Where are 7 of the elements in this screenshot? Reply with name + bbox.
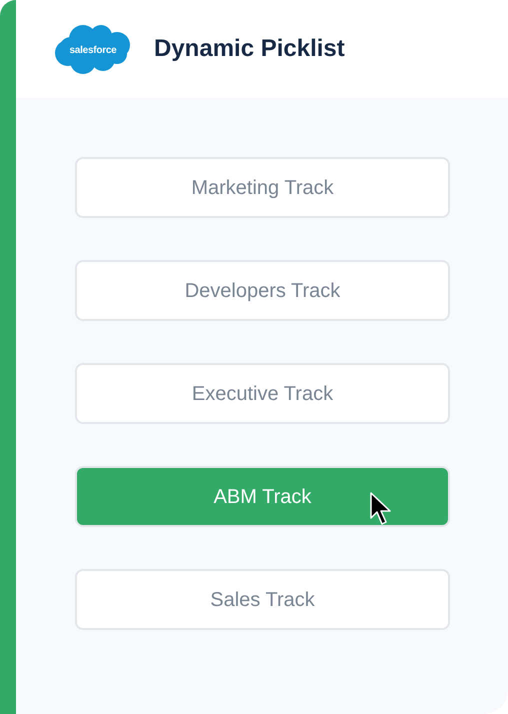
picklist-option[interactable]: Developers Track: [75, 260, 450, 321]
window-title: Dynamic Picklist: [154, 34, 345, 64]
picklist-option[interactable]: Marketing Track: [75, 157, 450, 218]
picklist-option[interactable]: ABM Track: [75, 466, 450, 527]
picklist-option[interactable]: Sales Track: [75, 569, 450, 630]
logo-text: salesforce: [70, 44, 116, 58]
picklist-option[interactable]: Executive Track: [75, 363, 450, 424]
